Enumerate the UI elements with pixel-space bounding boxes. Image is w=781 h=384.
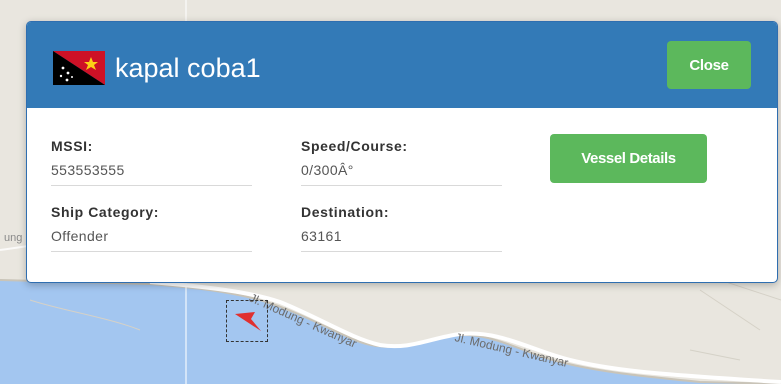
popup-header: kapal coba1 Close [27, 22, 777, 108]
vessel-popup: kapal coba1 Close MSSI: 553553555 Speed/… [26, 21, 778, 283]
ship-category-label: Ship Category: [51, 204, 159, 220]
close-button[interactable]: Close [667, 41, 751, 89]
speed-course-field: Speed/Course: 0/300Â° [301, 137, 502, 186]
speed-course-label: Speed/Course: [301, 138, 408, 154]
speed-course-value: 0/300Â° [301, 162, 354, 178]
ship-category-value: Offender [51, 228, 109, 244]
mmsi-value: 553553555 [51, 162, 125, 178]
ship-category-field: Ship Category: Offender [51, 203, 252, 252]
destination-value: 63161 [301, 228, 342, 244]
vessel-details-button[interactable]: Vessel Details [550, 134, 707, 183]
papua-new-guinea-flag-icon [53, 51, 105, 85]
vessel-arrow-icon [235, 312, 261, 331]
vessel-marker[interactable] [226, 300, 268, 342]
vessel-name: kapal coba1 [115, 53, 261, 83]
mmsi-label: MSSI: [51, 138, 93, 154]
destination-field: Destination: 63161 [301, 203, 502, 252]
destination-label: Destination: [301, 204, 390, 220]
road-label: ung [4, 232, 23, 244]
mmsi-field: MSSI: 553553555 [51, 137, 252, 186]
